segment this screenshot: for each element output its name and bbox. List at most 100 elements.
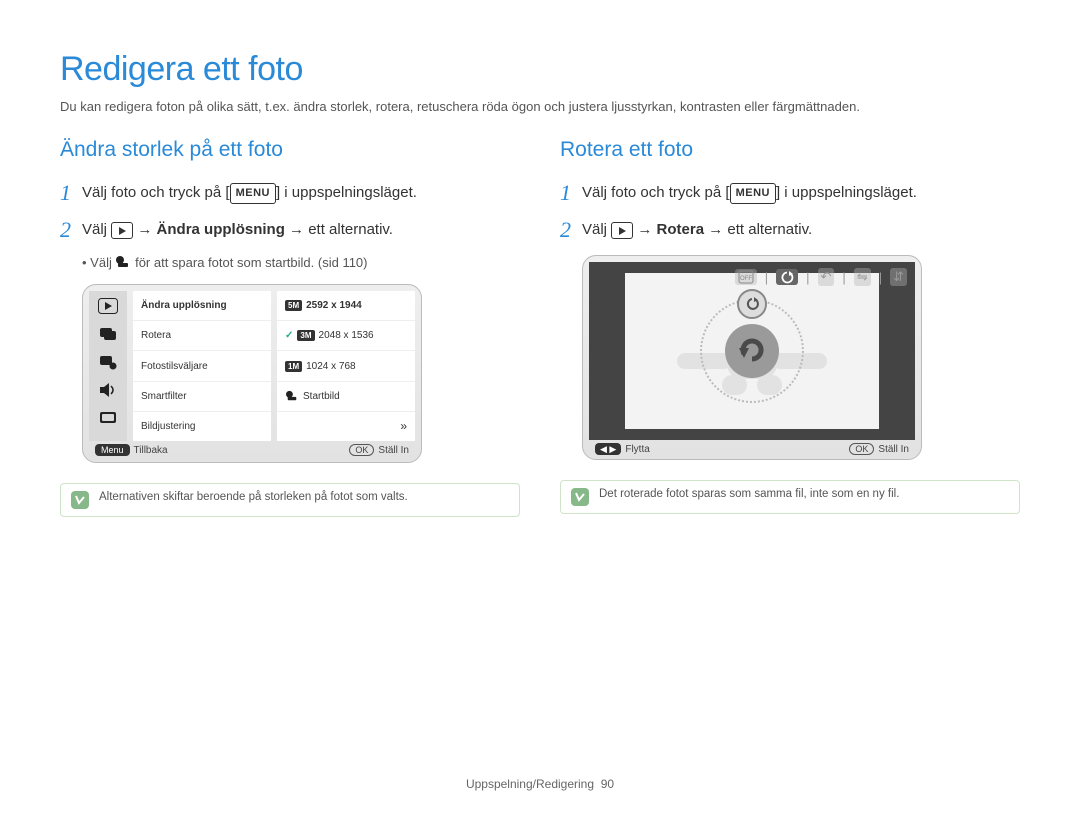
menu-item: Bildjustering	[133, 412, 271, 441]
menu-item: Fotostilsväljare	[133, 351, 271, 381]
note-text: Det roterade fotot sparas som samma fil,…	[599, 488, 899, 500]
note-icon	[571, 488, 589, 506]
menu-badge: Menu	[95, 444, 130, 456]
step-number: 1	[60, 182, 82, 204]
toolbar-flip-v-icon: ⇵	[890, 268, 907, 286]
sound-icon	[96, 379, 120, 401]
step2-bold: Ändra upplösning	[157, 221, 285, 238]
step2-text-c: ett alternativ.	[308, 221, 393, 238]
bullet-a: Välj	[90, 255, 115, 270]
toolbar-separator: |	[765, 270, 768, 285]
check-icon: ✓	[285, 330, 293, 341]
bullet-b: för att spara fotot som startbild. (sid …	[131, 255, 367, 270]
option-label: 2592 x 1944	[306, 300, 362, 311]
resize-bullet: • Välj för att spara fotot som startbild…	[82, 255, 520, 270]
ok-badge: OK	[349, 444, 374, 456]
step2-arrow2: →	[285, 221, 308, 238]
rotate-step-1: 1 Välj foto och tryck på [MENU] i uppspe…	[560, 182, 1020, 205]
step1-text-a: Välj foto och tryck på [	[82, 184, 230, 201]
step1-text-a: Välj foto och tryck på [	[582, 184, 730, 201]
toolbar-flip-h-icon: ⇋	[854, 268, 871, 286]
move-badge: ◀ ▶	[595, 443, 621, 455]
option-item-more: »	[277, 412, 415, 441]
step-number: 2	[560, 219, 582, 241]
footer-section: Uppspelning/Redigering	[466, 777, 594, 791]
footer-set-label: Ställ In	[878, 444, 909, 455]
menu-item: Rotera	[133, 321, 271, 351]
toolbar-separator: |	[879, 270, 882, 285]
footer-page-number: 90	[601, 777, 614, 791]
option-item: 1M 1024 x 768	[277, 351, 415, 381]
page-title: Redigera ett foto	[60, 50, 1020, 89]
menu-button-label: MENU	[730, 183, 776, 204]
step2-text-a: Välj	[82, 221, 111, 238]
rotate-dial	[700, 299, 804, 403]
footer-back-label: Tillbaka	[134, 445, 168, 456]
startimage-icon	[285, 390, 299, 402]
settings-icon	[96, 351, 120, 373]
resolution-badge-icon: 5M	[285, 300, 302, 311]
step2-arrow2: →	[704, 221, 727, 238]
rotate-toolbar: OFF | | ↶ | ⇋ | ⇵	[735, 268, 907, 286]
playback-edit-icon	[611, 222, 633, 239]
rotate-cw-icon	[725, 324, 779, 378]
option-label: Startbild	[303, 391, 340, 402]
menu-item: Ändra upplösning	[133, 291, 271, 321]
camera-footer: ◀ ▶ Flytta OK Ställ In	[589, 440, 915, 459]
camera-ui-rotate: OFF | | ↶ | ⇋ | ⇵ ◀ ▶ Flytta	[582, 255, 922, 460]
note-resize: Alternativen skiftar beroende på storlek…	[60, 483, 520, 517]
heading-rotate: Rotera ett foto	[560, 138, 1020, 162]
option-label: 2048 x 1536	[319, 330, 374, 341]
display-icon	[96, 407, 120, 429]
note-rotate: Det roterade fotot sparas som samma fil,…	[560, 480, 1020, 514]
footer-move-label: Flytta	[625, 444, 649, 455]
step1-text-b: ] i uppspelningsläget.	[276, 184, 417, 201]
menu-button-label: MENU	[230, 183, 276, 204]
resolution-badge-icon: 1M	[285, 361, 302, 372]
camera-options-list: 5M 2592 x 1944 ✓ 3M 2048 x 1536 1M 1024 …	[277, 291, 415, 441]
resize-step-1: 1 Välj foto och tryck på [MENU] i uppspe…	[60, 182, 520, 205]
step2-bold: Rotera	[657, 221, 705, 238]
option-item: 5M 2592 x 1944	[277, 291, 415, 321]
ok-badge: OK	[849, 443, 874, 455]
toolbar-rotate-ccw-icon: ↶	[818, 268, 835, 286]
svg-text:OFF: OFF	[740, 276, 752, 282]
heading-resize: Ändra storlek på ett foto	[60, 138, 520, 162]
step2-text-c: ett alternativ.	[727, 221, 812, 238]
option-label: 1024 x 768	[306, 361, 356, 372]
rotate-knob-icon	[737, 289, 767, 319]
playback-edit-icon	[111, 222, 133, 239]
camera-menu-list: Ändra upplösning Rotera Fotostilsväljare…	[133, 291, 271, 441]
multi-icon	[96, 323, 120, 345]
option-item: ✓ 3M 2048 x 1536	[277, 321, 415, 351]
page-footer: Uppspelning/Redigering 90	[0, 777, 1080, 791]
rotate-step-2: 2 Välj → Rotera → ett alternativ.	[560, 219, 1020, 242]
playback-icon	[96, 295, 120, 317]
resize-step-2: 2 Välj → Ändra upplösning → ett alternat…	[60, 219, 520, 242]
rotate-preview: OFF | | ↶ | ⇋ | ⇵	[589, 262, 915, 440]
startimage-icon	[115, 255, 131, 269]
step2-arrow: →	[633, 221, 656, 238]
step-number: 1	[560, 182, 582, 204]
toolbar-separator: |	[806, 270, 809, 285]
camera-footer: Menu Tillbaka OK Ställ In	[89, 441, 415, 456]
footer-set-label: Ställ In	[378, 445, 409, 456]
step2-arrow: →	[133, 221, 156, 238]
column-rotate: Rotera ett foto 1 Välj foto och tryck på…	[560, 138, 1020, 517]
camera-sidebar	[89, 291, 127, 441]
chevron-right-icon: »	[400, 419, 407, 433]
note-icon	[71, 491, 89, 509]
note-text: Alternativen skiftar beroende på storlek…	[99, 491, 408, 503]
resolution-badge-icon: 3M	[297, 330, 314, 341]
option-item: Startbild	[277, 382, 415, 412]
step1-text-b: ] i uppspelningsläget.	[776, 184, 917, 201]
menu-item: Smartfilter	[133, 382, 271, 412]
camera-ui-resize: Ändra upplösning Rotera Fotostilsväljare…	[82, 284, 422, 463]
toolbar-off-icon: OFF	[735, 269, 757, 285]
step2-text-a: Välj	[582, 221, 611, 238]
toolbar-rotate-cw-icon	[776, 269, 798, 285]
column-resize: Ändra storlek på ett foto 1 Välj foto oc…	[60, 138, 520, 517]
toolbar-separator: |	[842, 270, 845, 285]
step-number: 2	[60, 219, 82, 241]
page-intro: Du kan redigera foton på olika sätt, t.e…	[60, 99, 1020, 114]
